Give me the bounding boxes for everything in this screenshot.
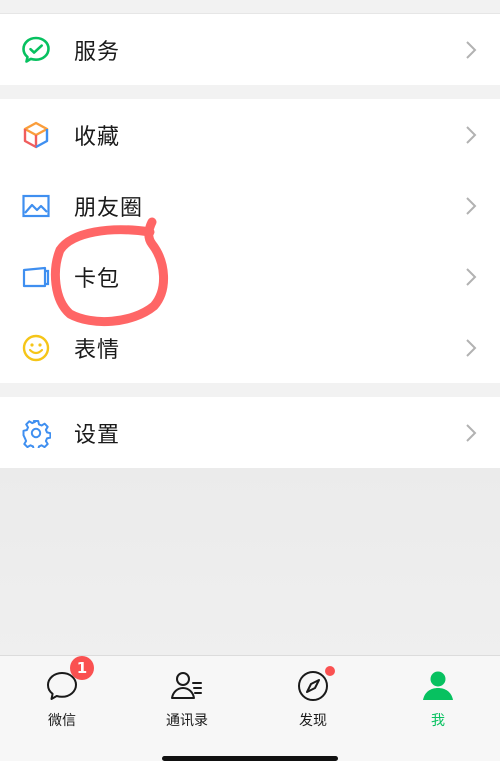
menu-group-settings: 设置 — [0, 397, 500, 468]
bottom-tab-bar: 1 微信 通讯录 发现 我 — [0, 655, 500, 761]
tab-contacts[interactable]: 通讯录 — [137, 668, 237, 732]
notification-dot — [325, 666, 335, 676]
menu-item-label: 收藏 — [74, 124, 121, 150]
unread-badge: 1 — [70, 656, 94, 680]
menu-item-label: 服务 — [74, 39, 121, 65]
moments-picture-icon — [20, 190, 52, 222]
menu-item-card-wallet[interactable]: 卡包 — [0, 241, 500, 312]
chevron-right-icon — [466, 423, 477, 442]
group-spacer — [0, 383, 500, 397]
tab-label: 我 — [431, 713, 445, 729]
menu-item-label: 卡包 — [74, 266, 121, 292]
menu-item-settings[interactable]: 设置 — [0, 397, 500, 468]
home-indicator — [162, 756, 338, 761]
compass-icon — [295, 666, 335, 704]
menu-item-service[interactable]: 服务 — [0, 14, 500, 85]
menu-item-label: 设置 — [74, 422, 121, 448]
chat-bubble-icon: 1 — [44, 656, 94, 704]
chevron-right-icon — [466, 338, 477, 357]
group-spacer — [0, 85, 500, 99]
menu-item-moments[interactable]: 朋友圈 — [0, 170, 500, 241]
tab-chats[interactable]: 1 微信 — [12, 656, 112, 732]
menu-item-favorites[interactable]: 收藏 — [0, 99, 500, 170]
contacts-icon — [169, 668, 205, 704]
empty-area — [0, 468, 500, 656]
gear-icon — [20, 417, 52, 449]
tab-discover[interactable]: 发现 — [263, 666, 363, 732]
menu-group-main: 收藏 朋友圈 卡包 表情 — [0, 99, 500, 383]
top-strip — [0, 0, 500, 14]
chevron-right-icon — [466, 125, 477, 144]
tab-label: 发现 — [299, 713, 327, 729]
chevron-right-icon — [466, 40, 477, 59]
tab-label: 微信 — [48, 713, 76, 729]
person-icon — [420, 668, 456, 704]
chevron-right-icon — [466, 267, 477, 286]
smiley-face-icon — [20, 332, 52, 364]
menu-group-service: 服务 — [0, 14, 500, 85]
menu-item-label: 朋友圈 — [74, 195, 144, 221]
card-wallet-icon — [20, 261, 52, 293]
favorites-cube-icon — [20, 119, 52, 151]
menu-item-stickers[interactable]: 表情 — [0, 312, 500, 383]
chevron-right-icon — [466, 196, 477, 215]
tab-label: 通讯录 — [166, 713, 208, 729]
menu-item-label: 表情 — [74, 337, 121, 363]
tab-me[interactable]: 我 — [388, 668, 488, 732]
wechat-pay-service-icon — [20, 34, 52, 66]
